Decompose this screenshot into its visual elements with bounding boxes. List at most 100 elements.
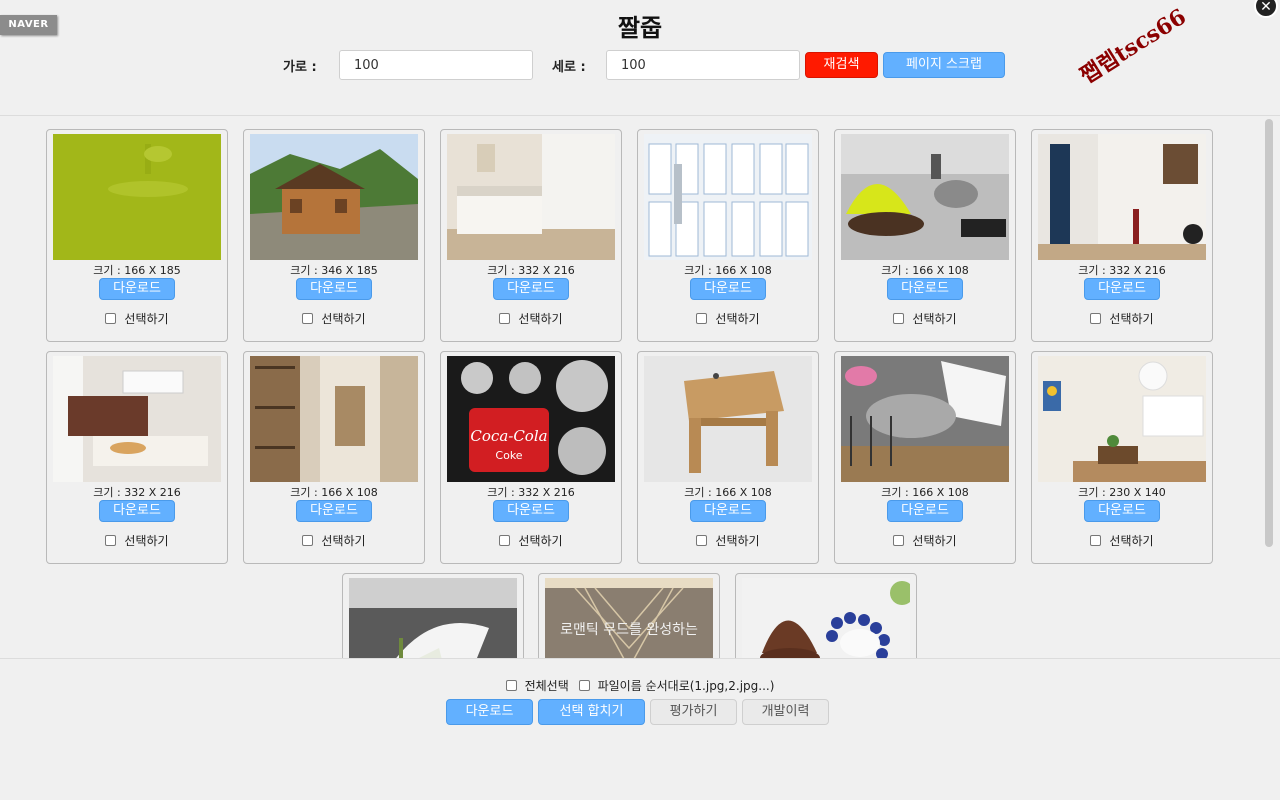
select-option[interactable]: 선택하기: [638, 310, 818, 327]
select-checkbox[interactable]: [1090, 535, 1102, 546]
dev-history-button[interactable]: 개발이력: [742, 699, 829, 725]
select-option[interactable]: 선택하기: [1032, 310, 1212, 327]
download-button[interactable]: 다운로드: [99, 278, 175, 300]
image-card: 크기 : 166 X 108 다운로드 선택하기: [637, 129, 819, 342]
select-checkbox[interactable]: [696, 535, 708, 546]
download-button[interactable]: 다운로드: [1084, 278, 1160, 300]
thumbnail-image[interactable]: [349, 578, 517, 658]
size-filter-row: 가로 : 세로 : 재검색 페이지 스크랩: [0, 50, 1280, 80]
select-label: 선택하기: [321, 312, 366, 326]
select-label: 선택하기: [912, 312, 957, 326]
select-label: 선택하기: [518, 312, 563, 326]
download-button[interactable]: 다운로드: [1084, 500, 1160, 522]
image-size-text: 크기 : 166 X 185: [93, 264, 181, 277]
thumbnail-image[interactable]: [841, 134, 1009, 260]
image-card: 크기 : 230 X 140 다운로드 선택하기: [1031, 351, 1213, 564]
image-card: 크기 : 346 X 185 다운로드 선택하기: [243, 129, 425, 342]
select-option[interactable]: 선택하기: [244, 532, 424, 549]
image-card: 크기 : 166 X 108 다운로드 선택하기: [834, 351, 1016, 564]
download-button[interactable]: 다운로드: [493, 500, 569, 522]
select-checkbox[interactable]: [499, 535, 511, 546]
height-label: 세로 :: [552, 60, 586, 75]
image-size-text: 크기 : 332 X 216: [1078, 264, 1166, 277]
coke-brand-text: Coca-Cola: [470, 427, 547, 445]
image-card: 크기 : 166 X 108 다운로드 선택하기: [637, 351, 819, 564]
select-label: 선택하기: [715, 312, 760, 326]
image-size-text: 크기 : 166 X 108: [881, 264, 969, 277]
select-all-label: 전체선택: [524, 679, 569, 693]
select-all-checkbox[interactable]: [505, 680, 517, 691]
thumbnail-image[interactable]: [1038, 356, 1206, 482]
sequential-names-label: 파일이름 순서대로(1.jpg,2.jpg...): [597, 679, 775, 693]
image-card: 크기 : 166 X 185 다운로드 선택하기: [46, 129, 228, 342]
page-scrap-button[interactable]: 페이지 스크랩: [883, 52, 1005, 78]
research-button[interactable]: 재검색: [805, 52, 878, 78]
select-option[interactable]: 선택하기: [441, 532, 621, 549]
select-option[interactable]: 선택하기: [638, 532, 818, 549]
select-label: 선택하기: [124, 534, 169, 548]
sequential-names-option[interactable]: 파일이름 순서대로(1.jpg,2.jpg...): [578, 677, 775, 694]
image-size-text: 크기 : 332 X 216: [487, 264, 575, 277]
image-card: 크기 : 166 X 108 다운로드 선택하기: [834, 129, 1016, 342]
select-all-option[interactable]: 전체선택: [505, 677, 569, 694]
download-button[interactable]: 다운로드: [493, 278, 569, 300]
thumbnail-image[interactable]: 로맨틱 무드를 완성하는: [545, 578, 713, 658]
image-size-text: 크기 : 166 X 108: [684, 486, 772, 499]
thumbnail-image[interactable]: [1038, 134, 1206, 260]
thumbnail-image[interactable]: [447, 134, 615, 260]
select-checkbox[interactable]: [1090, 313, 1102, 324]
download-button[interactable]: 다운로드: [887, 500, 963, 522]
thumbnail-image[interactable]: [53, 356, 221, 482]
download-button[interactable]: 다운로드: [296, 500, 372, 522]
image-card: [342, 573, 524, 658]
thumbnail-image[interactable]: [742, 578, 910, 658]
width-input[interactable]: [339, 50, 533, 80]
image-size-text: 크기 : 332 X 216: [93, 486, 181, 499]
thumbnail-image[interactable]: [250, 356, 418, 482]
thumbnail-image[interactable]: [53, 134, 221, 260]
scrollbar-thumb[interactable]: [1265, 119, 1273, 547]
image-card: 크기 : 332 X 216 다운로드 선택하기: [440, 129, 622, 342]
merge-selected-button[interactable]: 선택 합치기: [538, 699, 645, 725]
grid-scrollbar[interactable]: [1262, 117, 1276, 658]
image-card: Coca-Cola Coke 크기 : 332 X 216 다운로드 선택하기: [440, 351, 622, 564]
download-button[interactable]: 다운로드: [296, 278, 372, 300]
download-button[interactable]: 다운로드: [690, 278, 766, 300]
image-size-text: 크기 : 332 X 216: [487, 486, 575, 499]
select-option[interactable]: 선택하기: [835, 532, 1015, 549]
select-checkbox[interactable]: [696, 313, 708, 324]
select-checkbox[interactable]: [499, 313, 511, 324]
select-checkbox[interactable]: [105, 535, 117, 546]
select-option[interactable]: 선택하기: [441, 310, 621, 327]
rate-button[interactable]: 평가하기: [650, 699, 737, 725]
download-button[interactable]: 다운로드: [99, 500, 175, 522]
select-checkbox[interactable]: [302, 313, 314, 324]
image-size-text: 크기 : 166 X 108: [290, 486, 378, 499]
image-card: 로맨틱 무드를 완성하는: [538, 573, 720, 658]
image-size-text: 크기 : 166 X 108: [881, 486, 969, 499]
image-size-text: 크기 : 230 X 140: [1078, 486, 1166, 499]
select-option[interactable]: 선택하기: [835, 310, 1015, 327]
download-button[interactable]: 다운로드: [887, 278, 963, 300]
thumbnail-image[interactable]: Coca-Cola Coke: [447, 356, 615, 482]
width-label: 가로 :: [283, 60, 317, 75]
app-title: 짤줍: [617, 14, 663, 42]
image-size-text: 크기 : 346 X 185: [290, 264, 378, 277]
download-button[interactable]: 다운로드: [690, 500, 766, 522]
select-option[interactable]: 선택하기: [1032, 532, 1212, 549]
thumbnail-image[interactable]: [644, 356, 812, 482]
select-option[interactable]: 선택하기: [47, 310, 227, 327]
thumbnail-image[interactable]: [250, 134, 418, 260]
height-input[interactable]: [606, 50, 800, 80]
select-checkbox[interactable]: [893, 535, 905, 546]
sequential-names-checkbox[interactable]: [578, 680, 590, 691]
select-checkbox[interactable]: [893, 313, 905, 324]
select-checkbox[interactable]: [302, 535, 314, 546]
thumbnail-image[interactable]: [841, 356, 1009, 482]
select-label: 선택하기: [321, 534, 366, 548]
select-option[interactable]: 선택하기: [244, 310, 424, 327]
download-all-button[interactable]: 다운로드: [446, 699, 533, 725]
thumbnail-image[interactable]: [644, 134, 812, 260]
select-checkbox[interactable]: [105, 313, 117, 324]
select-option[interactable]: 선택하기: [47, 532, 227, 549]
